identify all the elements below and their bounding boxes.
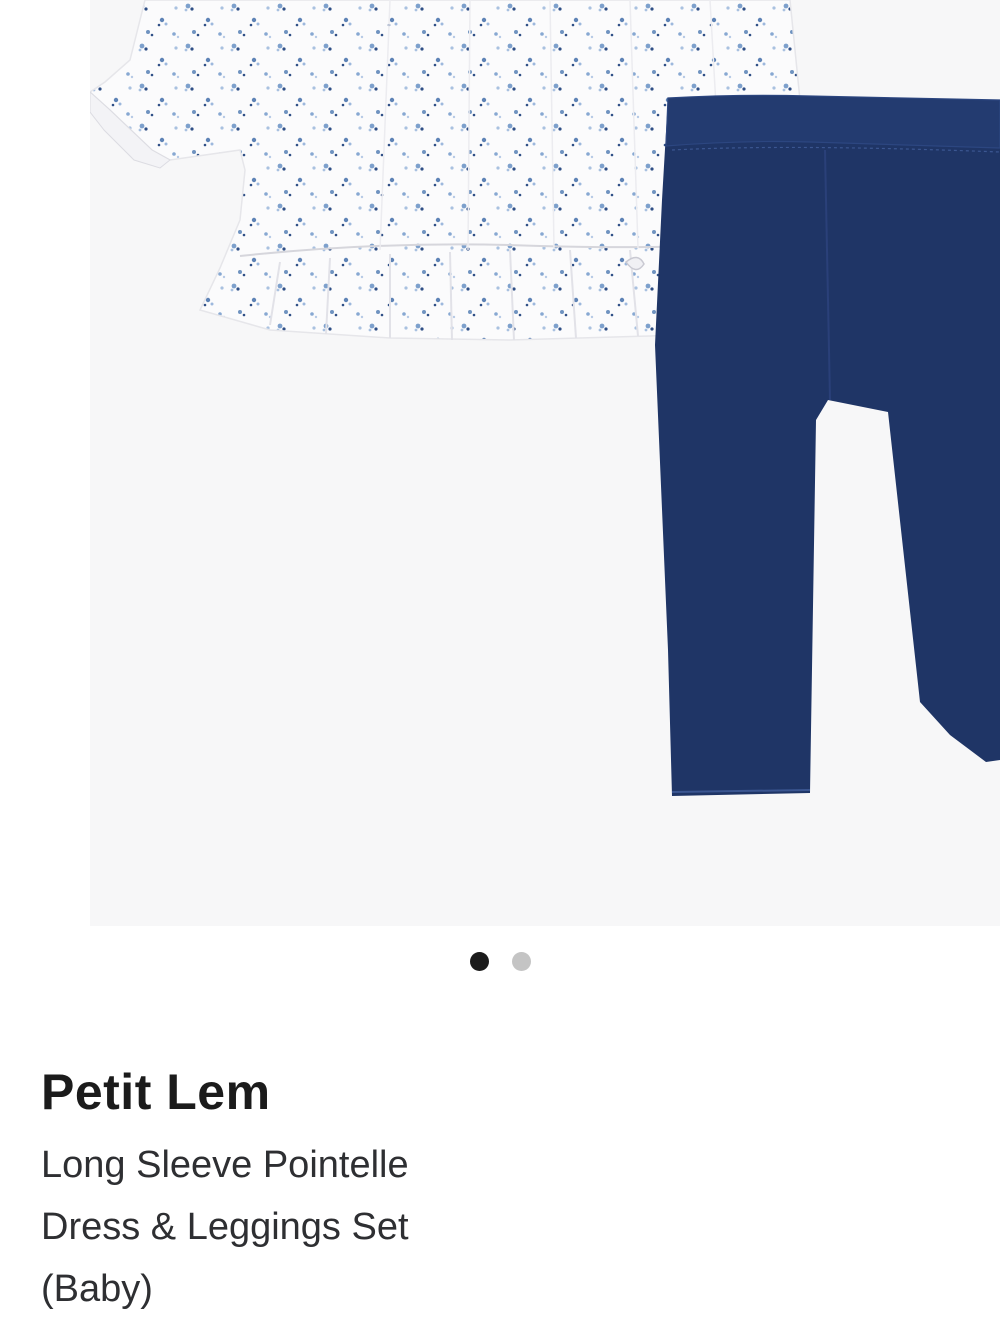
carousel-dot-2[interactable]: [511, 952, 531, 971]
product-title: Long Sleeve Pointelle Dress & Leggings S…: [41, 1144, 409, 1310]
leggings-waistband: [665, 94, 1000, 149]
carousel-pagination: [0, 952, 1000, 972]
carousel-dot-1[interactable]: [469, 952, 489, 971]
product-brand: Petit Lem: [41, 1064, 271, 1120]
leggings-image: [655, 95, 1000, 797]
product-image-carousel[interactable]: [90, 0, 1000, 926]
product-image[interactable]: [90, 0, 1000, 926]
product-info: Petit Lem Long Sleeve Pointelle Dress & …: [41, 1060, 941, 1320]
product-page: Petit Lem Long Sleeve Pointelle Dress & …: [0, 0, 1000, 1333]
